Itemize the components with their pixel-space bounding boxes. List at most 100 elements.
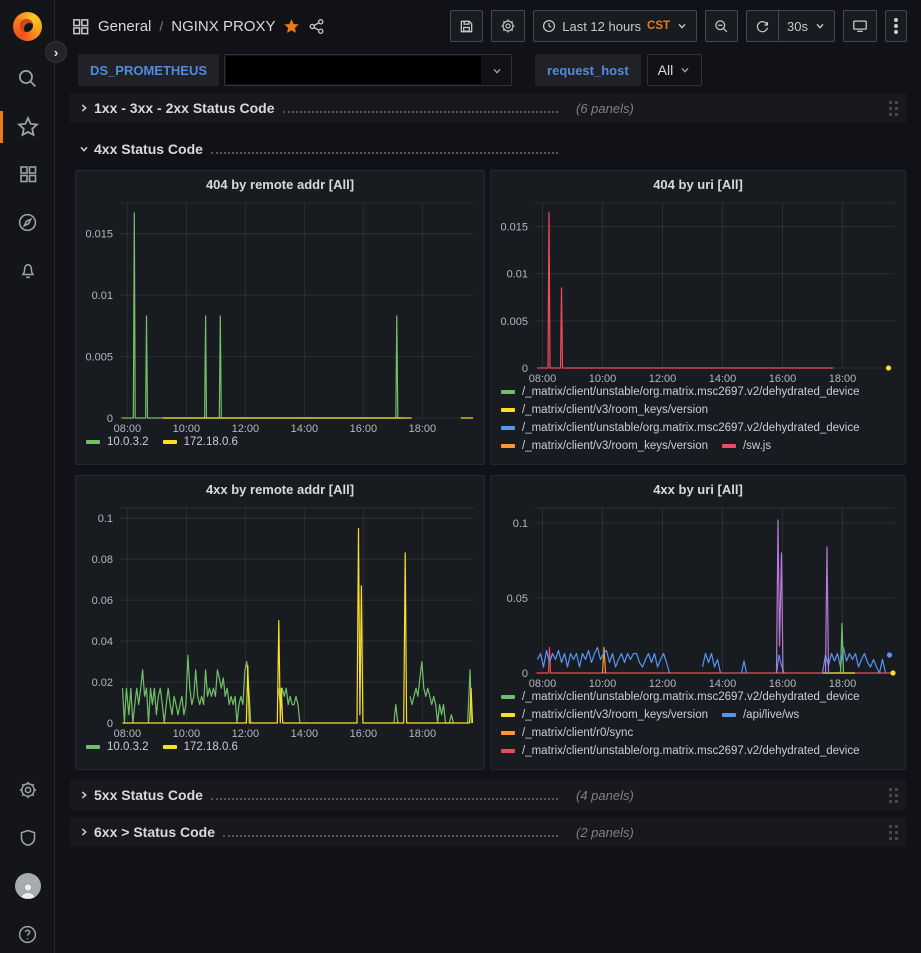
dashboards-icon[interactable] — [0, 154, 55, 194]
refresh-icon — [755, 19, 770, 34]
x-axis-tick: 18:00 — [409, 728, 437, 740]
y-axis-tick: 0.005 — [85, 352, 113, 364]
share-icon[interactable] — [308, 18, 325, 35]
legend-item[interactable]: /_matrix/client/unstable/org.matrix.msc2… — [501, 745, 860, 757]
x-axis-tick: 14:00 — [291, 423, 319, 435]
legend-item[interactable]: /_matrix/client/unstable/org.matrix.msc2… — [501, 386, 860, 398]
breadcrumb-dashboard-title[interactable]: NGINX PROXY — [171, 18, 275, 35]
legend-item[interactable]: /_matrix/client/unstable/org.matrix.msc2… — [501, 691, 860, 703]
legend-item[interactable]: 172.18.0.6 — [163, 741, 238, 753]
explore-compass-icon[interactable] — [0, 202, 55, 242]
time-range-picker[interactable]: Last 12 hours CST — [533, 10, 697, 42]
chart-canvas[interactable]: 00.050.108:0010:0012:0014:0016:0018:00 — [491, 502, 905, 691]
legend-item[interactable]: 10.0.3.2 — [86, 436, 149, 448]
refresh-group: 30s — [746, 10, 835, 42]
x-axis-tick: 18:00 — [829, 373, 857, 385]
chart-canvas[interactable]: 00.0050.010.01508:0010:0012:0014:0016:00… — [76, 197, 484, 436]
kebab-menu-button[interactable] — [885, 10, 907, 42]
x-axis-tick: 08:00 — [529, 678, 557, 690]
legend-item[interactable]: /_matrix/client/v3/room_keys/version — [501, 404, 708, 416]
legend: 10.0.3.2 172.18.0.6 — [76, 741, 484, 769]
variable-label-ds-prometheus: DS_PROMETHEUS — [78, 54, 219, 86]
panel-title[interactable]: 4xx by uri [All] — [491, 476, 905, 502]
row-4xx[interactable]: 4xx Status Code — [70, 134, 906, 164]
help-icon[interactable] — [0, 914, 55, 953]
x-axis-tick: 08:00 — [114, 423, 142, 435]
x-axis-tick: 18:00 — [409, 423, 437, 435]
legend-item[interactable]: /sw.js — [722, 440, 771, 452]
legend-label: /_matrix/client/unstable/org.matrix.msc2… — [522, 691, 860, 703]
dotted-leader — [211, 152, 558, 154]
row-drag-handle[interactable] — [889, 788, 898, 803]
panel-title[interactable]: 404 by remote addr [All] — [76, 171, 484, 197]
refresh-button[interactable] — [746, 10, 778, 42]
user-avatar[interactable] — [0, 866, 55, 906]
configuration-gear-icon[interactable] — [0, 770, 55, 810]
legend-label: /_matrix/client/unstable/org.matrix.msc2… — [522, 745, 860, 757]
chevron-down-icon — [676, 20, 688, 32]
save-dashboard-button[interactable] — [450, 10, 483, 42]
row-title: 5xx Status Code — [94, 787, 203, 803]
x-axis-tick: 16:00 — [769, 678, 797, 690]
series-line — [123, 529, 473, 724]
legend-label: /_matrix/client/v3/room_keys/version — [522, 404, 708, 416]
legend-item[interactable]: /_matrix/client/v3/room_keys/version — [501, 709, 708, 721]
time-series-chart[interactable]: 00.0050.010.01508:0010:0012:0014:0016:00… — [76, 197, 484, 436]
row-drag-handle[interactable] — [889, 101, 898, 116]
gear-icon — [500, 18, 516, 34]
chevron-right-icon — [78, 826, 94, 838]
zoom-out-button[interactable] — [705, 10, 738, 42]
panel-title[interactable]: 4xx by remote addr [All] — [76, 476, 484, 502]
time-series-chart[interactable]: 00.020.040.060.080.108:0010:0012:0014:00… — [76, 502, 484, 741]
dashboard-settings-button[interactable] — [491, 10, 525, 42]
server-admin-shield-icon[interactable] — [0, 818, 55, 858]
y-axis-tick: 0.04 — [92, 636, 113, 648]
x-axis-tick: 10:00 — [589, 373, 617, 385]
chart-canvas[interactable]: 00.0050.010.01508:0010:0012:0014:0016:00… — [491, 197, 905, 386]
tv-mode-button[interactable] — [843, 10, 877, 42]
legend-label: 172.18.0.6 — [184, 741, 238, 753]
legend-item[interactable]: /api/live/ws — [722, 709, 799, 721]
top-navigation-bar: General / NGINX PROXY Last 12 hours CST … — [55, 0, 921, 52]
alerting-bell-icon[interactable] — [0, 250, 55, 290]
breadcrumb: General / NGINX PROXY — [71, 13, 325, 39]
row-drag-handle[interactable] — [889, 825, 898, 840]
time-series-chart[interactable]: 00.0050.010.01508:0010:0012:0014:0016:00… — [491, 197, 905, 386]
chart-canvas[interactable]: 00.020.040.060.080.108:0010:0012:0014:00… — [76, 502, 484, 741]
sidebar-expand-button[interactable]: › — [45, 41, 67, 63]
timezone-label: CST — [647, 20, 670, 32]
legend-swatch — [501, 749, 515, 753]
save-icon — [459, 19, 474, 34]
time-series-chart[interactable]: 00.050.108:0010:0012:0014:0016:0018:00 — [491, 502, 905, 691]
row-5xx[interactable]: 5xx Status Code (4 panels) — [70, 780, 906, 810]
row-panel-count: (4 panels) — [576, 788, 634, 803]
row-title: 6xx > Status Code — [94, 824, 215, 840]
legend-label: 10.0.3.2 — [107, 436, 149, 448]
grafana-logo-icon[interactable] — [13, 12, 42, 41]
starred-dashboards-icon[interactable] — [0, 107, 55, 147]
search-icon[interactable] — [0, 58, 55, 98]
legend-item[interactable]: 10.0.3.2 — [86, 741, 149, 753]
breadcrumb-section[interactable]: General — [98, 18, 151, 35]
row-6xx[interactable]: 6xx > Status Code (2 panels) — [70, 817, 906, 847]
row-1xx-3xx-2xx[interactable]: 1xx - 3xx - 2xx Status Code (6 panels) — [70, 93, 906, 123]
variable-dropdown-request-host[interactable]: All — [647, 54, 703, 86]
panel-title[interactable]: 404 by uri [All] — [491, 171, 905, 197]
favorite-star-icon[interactable] — [283, 18, 300, 35]
zoom-out-icon — [714, 19, 729, 34]
x-axis-tick: 12:00 — [232, 728, 260, 740]
legend-label: /api/live/ws — [743, 709, 799, 721]
legend-item[interactable]: /_matrix/client/r0/sync — [501, 727, 633, 739]
chevron-down-icon — [679, 64, 691, 76]
refresh-interval-picker[interactable]: 30s — [778, 10, 835, 42]
legend-item[interactable]: /_matrix/client/v3/room_keys/version — [501, 440, 708, 452]
variable-dropdown-ds-prometheus[interactable] — [224, 54, 512, 86]
avatar — [15, 873, 41, 899]
legend-item[interactable]: 172.18.0.6 — [163, 436, 238, 448]
x-axis-tick: 14:00 — [709, 373, 737, 385]
refresh-interval-label: 30s — [787, 19, 808, 34]
legend-item[interactable]: /_matrix/client/unstable/org.matrix.msc2… — [501, 422, 860, 434]
row-panel-count: (6 panels) — [576, 101, 634, 116]
x-axis-tick: 16:00 — [350, 728, 378, 740]
x-axis-tick: 08:00 — [529, 373, 557, 385]
